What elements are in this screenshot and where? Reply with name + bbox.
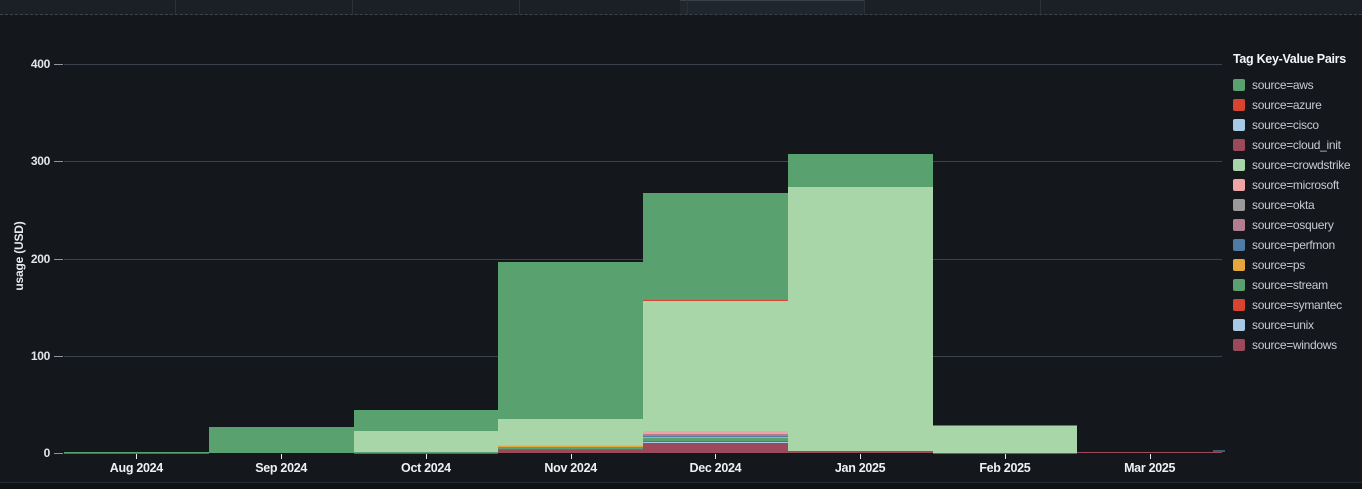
legend-item-label: source=stream [1252, 278, 1328, 292]
bar-segment-crowdstrike[interactable] [354, 431, 499, 452]
legend-item-ps[interactable]: source=ps [1233, 255, 1362, 275]
legend-swatch-icon [1233, 319, 1245, 331]
bar-jan-2025[interactable] [788, 154, 933, 453]
legend-swatch-icon [1233, 299, 1245, 311]
bar-segment-crowdstrike[interactable] [498, 419, 643, 445]
bar-segment-aws[interactable] [209, 427, 354, 453]
bar-segment-crowdstrike[interactable] [788, 187, 933, 451]
x-tick-label: Mar 2025 [1078, 461, 1222, 475]
clipped-next-bar [1213, 450, 1225, 452]
gridline-300 [64, 161, 1222, 162]
y-tick-mark [54, 64, 63, 65]
legend: Tag Key-Value Pairs source=aws source=azu… [1233, 52, 1362, 355]
bottom-panel-edge [0, 482, 1362, 489]
x-tick-label: Nov 2024 [499, 461, 643, 475]
legend-swatch-icon [1233, 119, 1245, 131]
x-tick-label: Dec 2024 [643, 461, 787, 475]
legend-item-label: source=aws [1252, 78, 1313, 92]
legend-swatch-icon [1233, 239, 1245, 251]
y-tick-label: 100 [10, 349, 50, 363]
bar-nov-2024[interactable] [498, 262, 643, 453]
y-tick-mark [54, 161, 63, 162]
gridline-400 [64, 64, 1222, 65]
y-tick-label: 400 [10, 57, 50, 71]
legend-swatch-icon [1233, 339, 1245, 351]
legend-item-aws[interactable]: source=aws [1233, 75, 1362, 95]
legend-item-perfmon[interactable]: source=perfmon [1233, 235, 1362, 255]
bar-aug-2024[interactable] [64, 452, 209, 453]
legend-item-label: source=ps [1252, 258, 1305, 272]
x-tick-mark [136, 454, 137, 459]
x-tick-mark [1150, 454, 1151, 459]
usage-stacked-bar-chart: usage (USD) 0100200300400 Aug 2024Sep 20… [0, 0, 1232, 482]
x-tick-mark [715, 454, 716, 459]
x-tick-label: Sep 2024 [209, 461, 353, 475]
y-tick-label: 0 [10, 446, 50, 460]
bar-segment-windows[interactable] [498, 450, 643, 453]
bar-segment-crowdstrike[interactable] [933, 426, 1078, 452]
bar-segment-aws[interactable] [643, 193, 788, 300]
legend-item-microsoft[interactable]: source=microsoft [1233, 175, 1362, 195]
legend-swatch-icon [1233, 159, 1245, 171]
x-tick-mark [426, 454, 427, 459]
legend-item-label: source=cloud_init [1252, 138, 1341, 152]
bar-mar-2025[interactable] [1077, 452, 1222, 453]
legend-item-azure[interactable]: source=azure [1233, 95, 1362, 115]
legend-item-osquery[interactable]: source=osquery [1233, 215, 1362, 235]
bar-oct-2024[interactable] [354, 410, 499, 453]
bar-dec-2024[interactable] [643, 193, 788, 453]
bar-segment-aws[interactable] [354, 410, 499, 430]
legend-swatch-icon [1233, 259, 1245, 271]
bar-feb-2025[interactable] [933, 425, 1078, 453]
legend-item-label: source=unix [1252, 318, 1314, 332]
legend-swatch-icon [1233, 219, 1245, 231]
y-tick-label: 300 [10, 154, 50, 168]
bar-segment-crowdstrike[interactable] [643, 301, 788, 430]
legend-title: Tag Key-Value Pairs [1233, 52, 1362, 66]
legend-item-cisco[interactable]: source=cisco [1233, 115, 1362, 135]
legend-item-windows[interactable]: source=windows [1233, 335, 1362, 355]
legend-items: source=aws source=azure source=cisco source… [1233, 75, 1362, 355]
legend-item-label: source=okta [1252, 198, 1314, 212]
legend-item-label: source=cisco [1252, 118, 1319, 132]
bar-segment-windows[interactable] [788, 451, 933, 453]
legend-item-stream[interactable]: source=stream [1233, 275, 1362, 295]
x-tick-label: Feb 2025 [933, 461, 1077, 475]
x-tick-mark [860, 454, 861, 459]
x-tick-label: Oct 2024 [354, 461, 498, 475]
y-tick-mark [54, 356, 63, 357]
x-tick-label: Jan 2025 [788, 461, 932, 475]
legend-swatch-icon [1233, 79, 1245, 91]
legend-item-label: source=perfmon [1252, 238, 1335, 252]
legend-item-label: source=azure [1252, 98, 1321, 112]
y-tick-mark [54, 453, 63, 454]
legend-item-label: source=windows [1252, 338, 1337, 352]
legend-item-cloud_init[interactable]: source=cloud_init [1233, 135, 1362, 155]
legend-swatch-icon [1233, 179, 1245, 191]
bar-segment-aws[interactable] [498, 262, 643, 419]
x-tick-label: Aug 2024 [64, 461, 208, 475]
bar-segment-aws[interactable] [788, 154, 933, 187]
y-tick-label: 200 [10, 252, 50, 266]
legend-item-label: source=symantec [1252, 298, 1342, 312]
legend-item-symantec[interactable]: source=symantec [1233, 295, 1362, 315]
bar-sep-2024[interactable] [209, 427, 354, 453]
bar-segment-windows[interactable] [1077, 452, 1222, 453]
legend-item-label: source=microsoft [1252, 178, 1339, 192]
legend-item-crowdstrike[interactable]: source=crowdstrike [1233, 155, 1362, 175]
legend-item-unix[interactable]: source=unix [1233, 315, 1362, 335]
legend-swatch-icon [1233, 199, 1245, 211]
legend-swatch-icon [1233, 139, 1245, 151]
x-tick-mark [1005, 454, 1006, 459]
legend-item-okta[interactable]: source=okta [1233, 195, 1362, 215]
y-tick-mark [54, 259, 63, 260]
legend-swatch-icon [1233, 279, 1245, 291]
bar-segment-windows[interactable] [643, 443, 788, 453]
x-tick-mark [281, 454, 282, 459]
legend-swatch-icon [1233, 99, 1245, 111]
x-tick-mark [571, 454, 572, 459]
legend-item-label: source=crowdstrike [1252, 158, 1350, 172]
legend-item-label: source=osquery [1252, 218, 1334, 232]
